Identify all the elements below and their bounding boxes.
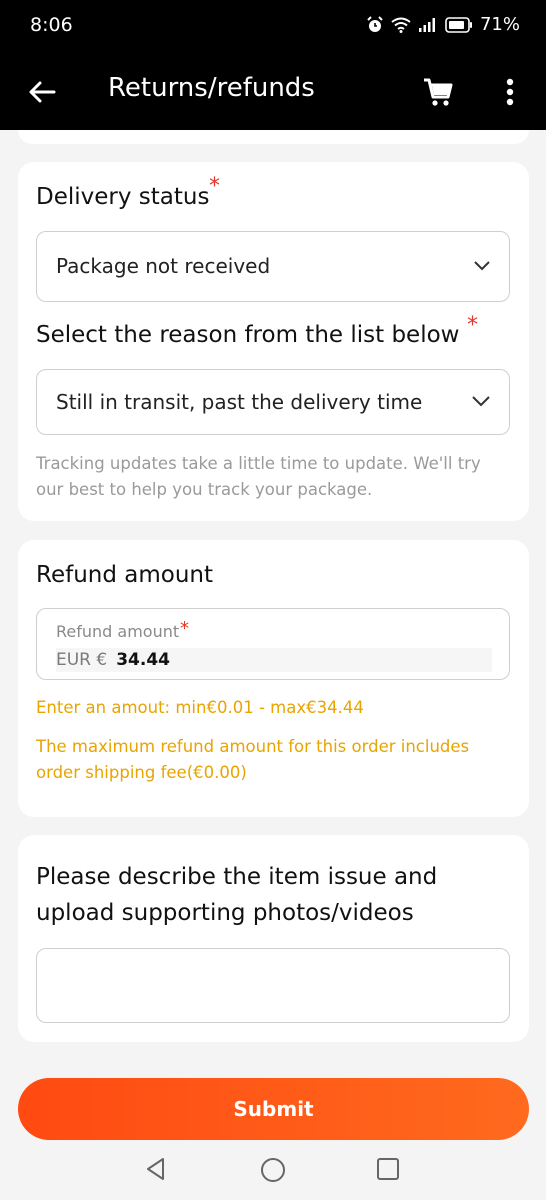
describe-issue-title: Please describe the item issue and uploa… bbox=[36, 864, 438, 926]
back-button[interactable] bbox=[22, 72, 62, 112]
previous-card-edge bbox=[18, 130, 529, 144]
reason-select[interactable]: Still in transit, past the delivery time bbox=[36, 369, 510, 435]
refund-amount-title: Refund amount bbox=[36, 562, 214, 588]
required-mark: * bbox=[467, 313, 478, 338]
refund-amount-label: Refund amount bbox=[56, 622, 180, 641]
nav-back-icon[interactable] bbox=[143, 1156, 169, 1182]
status-bar: 8:06 71% bbox=[0, 0, 546, 54]
battery-percent: 71% bbox=[479, 14, 520, 35]
more-vertical-icon bbox=[506, 78, 514, 106]
refund-amount-field[interactable]: Refund amount * EUR € 34.44 bbox=[36, 608, 510, 680]
refund-amount-card: Refund amount Refund amount * EUR € 34.4… bbox=[18, 540, 529, 817]
delivery-status-value: Package not received bbox=[56, 254, 271, 278]
submit-button[interactable]: Submit bbox=[18, 1078, 529, 1140]
cart-button[interactable] bbox=[416, 70, 460, 114]
arrow-left-icon bbox=[29, 81, 56, 103]
refund-amount-value: 34.44 bbox=[116, 650, 170, 670]
app-bar: Returns/refunds bbox=[0, 54, 546, 130]
nav-recents-icon[interactable] bbox=[376, 1157, 400, 1181]
chevron-down-icon bbox=[474, 261, 490, 271]
cart-icon bbox=[424, 78, 453, 106]
reason-title: Select the reason from the list below bbox=[36, 322, 460, 348]
more-options-button[interactable] bbox=[492, 70, 528, 114]
wifi-icon bbox=[391, 17, 411, 33]
chevron-down-icon bbox=[472, 396, 490, 407]
currency-label: EUR € bbox=[56, 650, 108, 670]
required-mark: * bbox=[180, 618, 189, 639]
tracking-hint: Tracking updates take a little time to u… bbox=[36, 454, 481, 499]
delivery-status-title: Delivery status bbox=[36, 184, 210, 210]
shipping-fee-note: The maximum refund amount for this order… bbox=[36, 737, 470, 782]
refund-amount-input[interactable]: EUR € 34.44 bbox=[56, 648, 492, 672]
status-icons: 71% bbox=[366, 14, 520, 35]
nav-home-icon[interactable] bbox=[259, 1156, 287, 1184]
delivery-status-select[interactable]: Package not received bbox=[36, 231, 510, 302]
signal-icon bbox=[418, 17, 438, 33]
refund-range-note: Enter an amout: min€0.01 - max€34.44 bbox=[36, 698, 364, 717]
delivery-status-card: Delivery status * Package not received S… bbox=[18, 162, 529, 521]
battery-icon bbox=[445, 16, 473, 33]
status-time: 8:06 bbox=[30, 14, 73, 36]
reason-value: Still in transit, past the delivery time bbox=[56, 390, 423, 414]
describe-issue-input[interactable] bbox=[36, 948, 510, 1023]
system-nav-bar bbox=[0, 1140, 546, 1200]
describe-issue-card: Please describe the item issue and uploa… bbox=[18, 835, 529, 1042]
page-title: Returns/refunds bbox=[108, 73, 315, 103]
required-mark: * bbox=[209, 174, 220, 199]
alarm-icon bbox=[366, 15, 384, 34]
